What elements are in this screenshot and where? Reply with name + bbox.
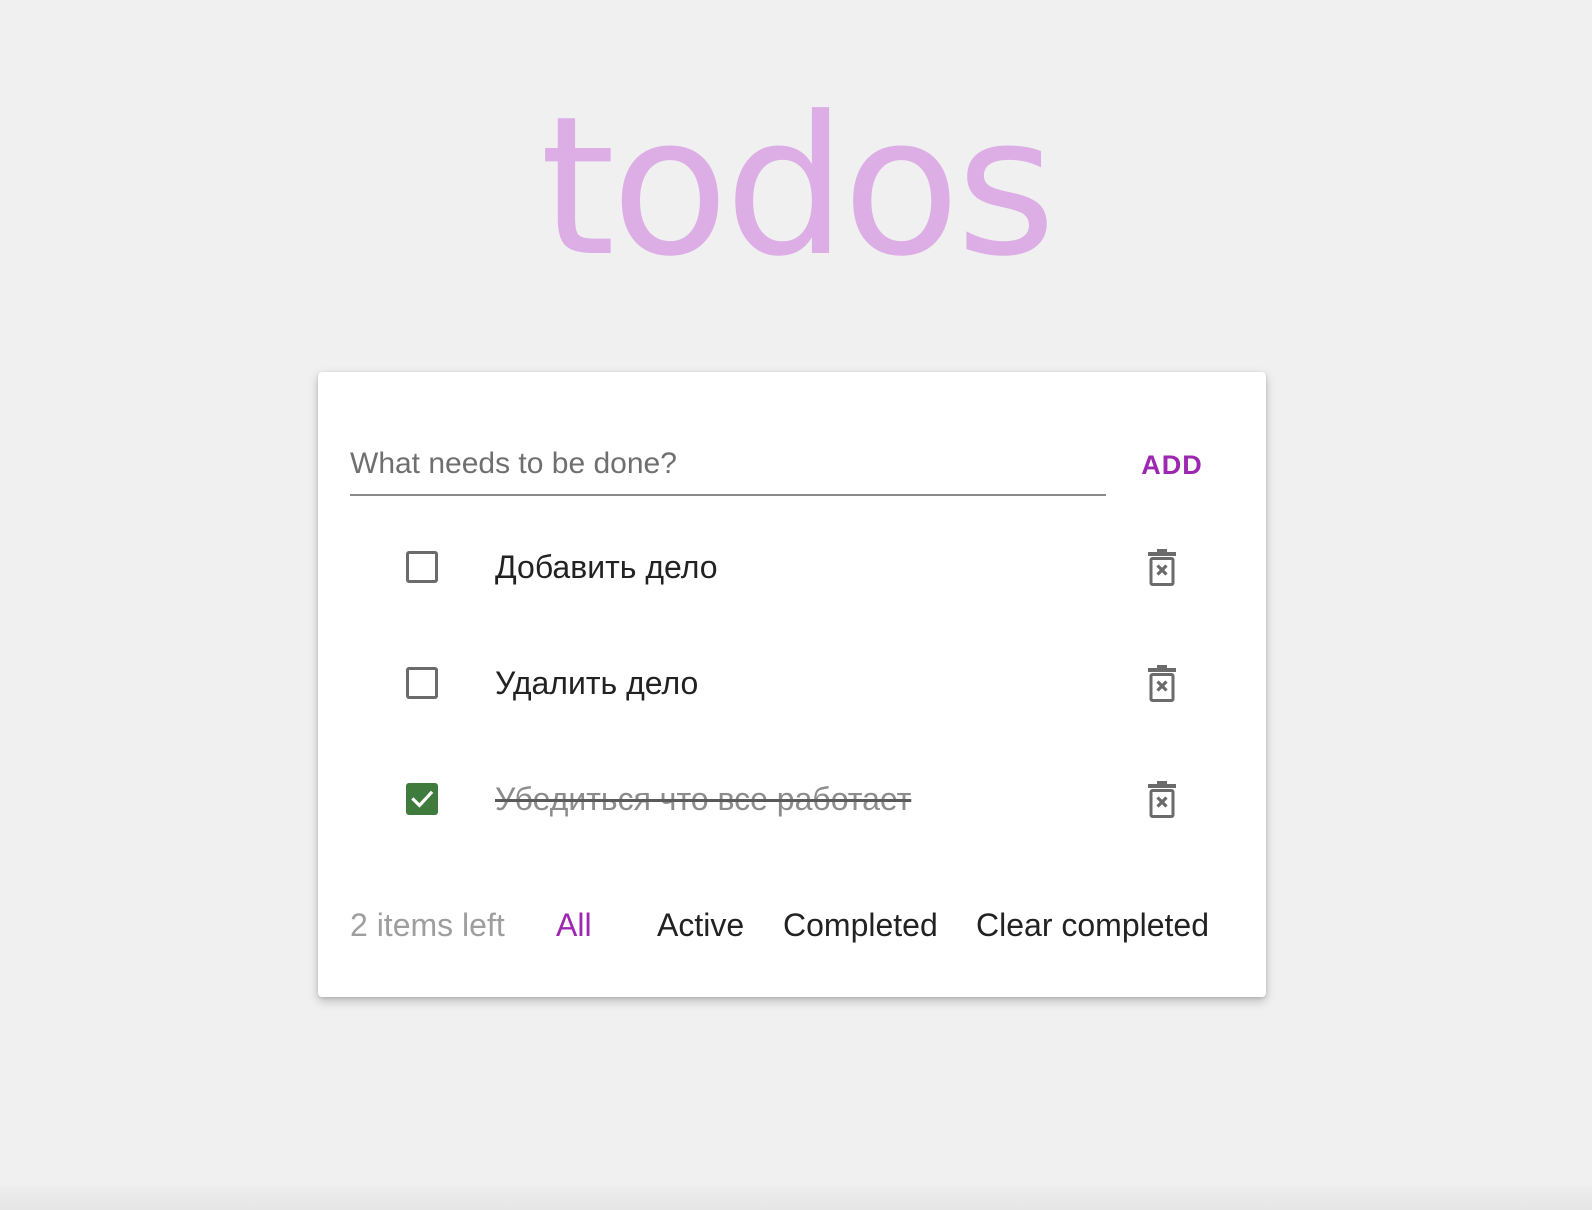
- checkbox-empty-icon[interactable]: [406, 667, 438, 699]
- items-left-count: 2 items left: [350, 907, 505, 943]
- app-title: todos: [539, 76, 1056, 299]
- window-bottom-edge: [0, 1186, 1592, 1210]
- add-button[interactable]: ADD: [1130, 440, 1214, 490]
- todo-label[interactable]: Добавить дело: [495, 546, 718, 588]
- clear-completed-button[interactable]: Clear completed: [976, 904, 1209, 946]
- todo-footer: 2 items left All Active Completed Clear …: [318, 894, 1266, 954]
- new-todo-input[interactable]: [350, 434, 1106, 496]
- todo-item: Убедиться что все работает: [318, 742, 1266, 858]
- todo-card: ADD Добавить дело Удалить дело: [318, 372, 1266, 997]
- trash-icon[interactable]: [1148, 549, 1176, 587]
- todo-list: Добавить дело Удалить дело Убедиться что…: [318, 510, 1266, 858]
- filter-active[interactable]: Active: [657, 904, 744, 946]
- filter-completed[interactable]: Completed: [783, 904, 938, 946]
- trash-icon[interactable]: [1148, 781, 1176, 819]
- checkbox-checked-icon[interactable]: [406, 783, 438, 815]
- todo-item: Удалить дело: [318, 626, 1266, 742]
- trash-icon[interactable]: [1148, 665, 1176, 703]
- todo-label[interactable]: Удалить дело: [495, 662, 698, 704]
- filter-all[interactable]: All: [556, 904, 592, 946]
- checkbox-empty-icon[interactable]: [406, 551, 438, 583]
- todo-label[interactable]: Убедиться что все работает: [495, 778, 911, 820]
- todo-item: Добавить дело: [318, 510, 1266, 626]
